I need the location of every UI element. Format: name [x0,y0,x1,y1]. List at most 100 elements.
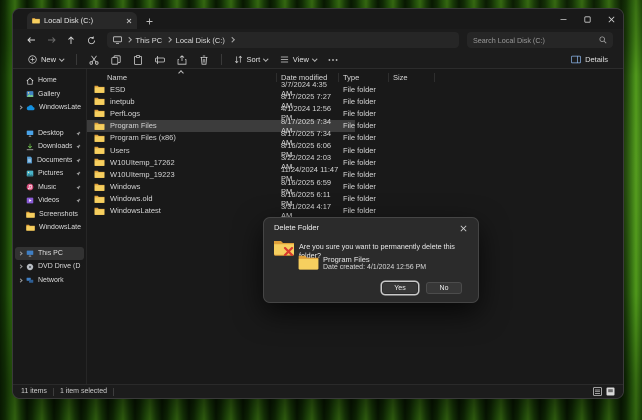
music-icon [26,183,34,191]
chevron-expand-icon[interactable] [18,278,22,282]
large-icons-view-toggle-icon[interactable] [606,387,615,396]
status-bar: 11 items 1 item selected [13,384,623,398]
column-header-type[interactable]: Type [339,73,389,82]
sidebar-item-documents[interactable]: Documents [15,154,84,168]
table-row[interactable]: Windows 8/16/2025 6:59 PM File folder [87,181,623,193]
share-icon [177,55,187,65]
onedrive-cloud-icon [26,105,35,111]
chevron-right-icon [126,38,131,43]
breadcrumb[interactable]: This PC Local Disk (C:) [107,32,459,48]
rename-button[interactable] [150,53,170,67]
up-icon[interactable] [63,32,79,48]
sidebar-item-music[interactable]: Music [15,181,84,195]
no-button[interactable]: No [426,282,462,294]
ellipsis-icon [328,58,338,62]
sidebar-item-home[interactable]: Home [15,74,84,88]
details-view-toggle-icon[interactable] [593,387,602,396]
table-row-selected[interactable]: Program Files 8/17/2025 7:34 AM File fol… [87,120,623,132]
folder-icon [94,122,105,130]
table-row[interactable]: W10UItemp_19223 11/24/2024 11:47 PM File… [87,168,623,180]
caption-buttons [551,9,623,29]
folder-icon [94,183,105,191]
chevron-expand-icon[interactable] [18,106,22,110]
dialog-item-created: Date created: 4/1/2024 12:56 PM [323,264,426,271]
folder-icon [26,224,35,231]
details-pane-button[interactable]: Details [566,53,613,66]
sidebar-item-network[interactable]: Network [15,274,84,288]
rename-icon [155,55,165,65]
sidebar-item-this-pc[interactable]: This PC [15,247,84,261]
sort-button[interactable]: Sort [229,53,273,66]
file-name: Windows.old [110,194,153,203]
gallery-icon [26,90,34,98]
sidebar-item-desktop[interactable]: Desktop [15,127,84,141]
sidebar-item-videos[interactable]: Videos [15,194,84,208]
yes-button[interactable]: Yes [382,282,418,294]
table-row[interactable]: ESD 3/7/2024 4:35 AM File folder [87,83,623,95]
chevron-expand-icon[interactable] [18,251,22,255]
pin-icon [76,171,81,176]
titlebar: Local Disk (C:) [13,9,623,29]
sidebar-item-gallery[interactable]: Gallery [15,88,84,102]
table-row[interactable]: inetpub 8/17/2025 7:27 AM File folder [87,95,623,107]
paste-button[interactable] [128,53,148,67]
explorer-tab[interactable]: Local Disk (C:) [27,12,137,29]
minimize-button[interactable] [551,9,575,29]
more-options-button[interactable] [323,56,343,64]
chevron-right-icon [229,38,234,43]
maximize-button[interactable] [575,9,599,29]
items-count: 11 items [21,388,47,395]
network-icon [26,277,34,284]
folder-icon [26,211,35,218]
view-button-label: View [293,55,309,64]
copy-button[interactable] [106,53,126,67]
breadcrumb-this-pc[interactable]: This PC [136,36,163,45]
delete-folder-warning-icon [273,239,295,256]
close-button[interactable] [599,9,623,29]
status-divider [113,388,114,396]
back-icon[interactable] [23,32,39,48]
new-icon [28,55,37,64]
sidebar-item-pictures[interactable]: Pictures [15,167,84,181]
address-bar: This PC Local Disk (C:) [13,29,623,51]
sidebar-item-onedrive[interactable]: WindowsLatest - P [15,101,84,115]
chevron-expand-icon[interactable] [18,265,22,269]
column-header-size[interactable]: Size [389,73,435,82]
search-input[interactable] [473,36,595,45]
desktop-wallpaper: Local Disk (C:) [0,0,642,420]
new-button[interactable]: New [23,53,69,66]
table-row[interactable]: W10UItemp_17262 3/22/2024 2:03 AM File f… [87,156,623,168]
table-row[interactable]: WindowsLatest 3/31/2024 4:17 AM File fol… [87,205,623,217]
this-pc-icon [113,36,122,44]
folder-icon [94,109,105,117]
delete-button[interactable] [194,53,214,67]
toolbar-divider [76,54,77,65]
cut-button[interactable] [84,53,104,67]
view-button[interactable]: View [275,53,322,66]
folder-icon [94,85,105,93]
file-name: Program Files (x86) [110,133,176,142]
sort-icon [234,55,243,64]
sidebar-item-dvd-drive[interactable]: DVD Drive (D:) CCC [15,260,84,274]
table-row[interactable]: Users 8/16/2025 6:06 PM File folder [87,144,623,156]
new-tab-button[interactable] [141,13,157,29]
breadcrumb-local-disk[interactable]: Local Disk (C:) [176,36,225,45]
table-row[interactable]: Windows.old 8/16/2025 6:11 PM File folde… [87,193,623,205]
refresh-icon[interactable] [83,32,99,48]
table-row[interactable]: Program Files (x86) 8/17/2025 7:34 AM Fi… [87,132,623,144]
sidebar-item-windowslatest-folder[interactable]: WindowsLatest [15,221,84,235]
new-button-label: New [41,55,56,64]
tab-title: Local Disk (C:) [44,16,122,25]
table-row[interactable]: PerfLogs 4/1/2024 12:56 PM File folder [87,107,623,119]
sidebar-item-downloads[interactable]: Downloads [15,140,84,154]
dialog-close-icon[interactable] [456,222,470,234]
search-box[interactable] [467,32,613,48]
forward-icon[interactable] [43,32,59,48]
trash-icon [199,55,209,65]
sidebar-item-screenshots[interactable]: Screenshots [15,208,84,222]
file-name: WindowsLatest [110,206,161,215]
pin-icon [76,131,81,136]
folder-icon [94,207,105,215]
share-button[interactable] [172,53,192,67]
tab-close-icon[interactable] [126,18,132,24]
